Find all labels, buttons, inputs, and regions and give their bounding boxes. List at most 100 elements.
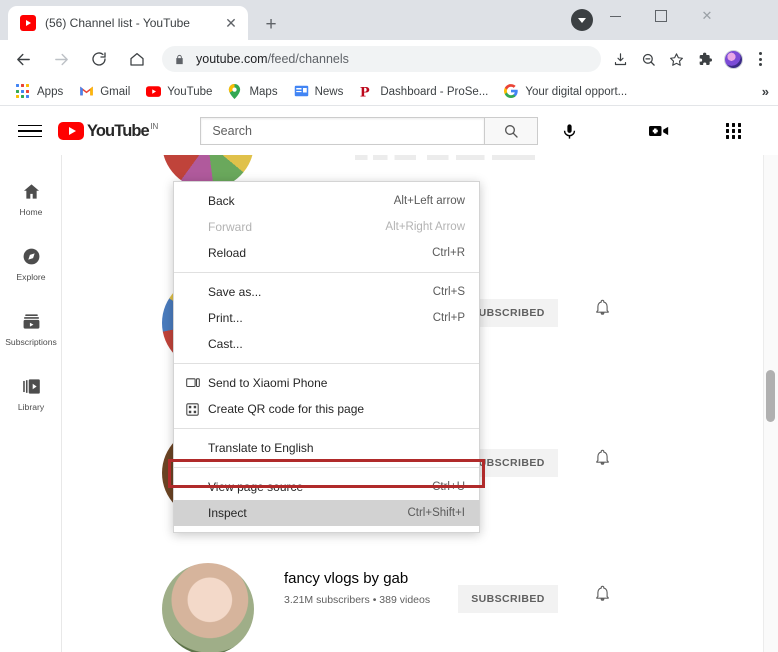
youtube-logo[interactable]: YouTube IN: [58, 122, 158, 140]
youtube-apps-icon[interactable]: [714, 112, 752, 150]
home-button[interactable]: [122, 44, 152, 74]
install-icon[interactable]: [607, 46, 634, 73]
menu-item-translate[interactable]: Translate to English: [174, 435, 479, 461]
bookmark-label: Maps: [249, 85, 278, 98]
sidebar-item-library[interactable]: Library: [0, 360, 62, 425]
search-input[interactable]: Search: [200, 117, 485, 145]
search-form: Search: [200, 117, 539, 145]
maximize-button[interactable]: [638, 0, 684, 32]
bookmark-digital-opportunity[interactable]: Your digital opport...: [497, 81, 634, 103]
channel-info: fancy vlogs by gab 3.21M subscribers • 3…: [284, 563, 436, 616]
menu-item-shortcut: Ctrl+P: [432, 312, 465, 324]
close-icon[interactable]: ✕: [222, 14, 240, 32]
youtube-favicon-icon: [20, 15, 36, 31]
menu-item-save-as[interactable]: Save as... Ctrl+S: [174, 279, 479, 305]
search-button[interactable]: [484, 117, 539, 145]
channel-list-item[interactable]: fancy vlogs by gab 3.21M subscribers • 3…: [62, 563, 766, 652]
guide-menu-icon[interactable]: [18, 124, 42, 138]
notification-bell-icon[interactable]: [594, 449, 611, 471]
browser-window: (56) Channel list - YouTube ✕ + youtube.…: [0, 0, 778, 652]
menu-item-shortcut: Alt+Left arrow: [393, 195, 465, 207]
sidebar-item-label: Home: [19, 207, 43, 217]
menu-item-label: Create QR code for this page: [208, 402, 365, 416]
reload-button[interactable]: [84, 44, 114, 74]
menu-item-label: Inspect: [208, 506, 247, 520]
bookmarks-bar: Apps Gmail YouTube Maps News P Dashboard…: [0, 78, 778, 106]
address-bar[interactable]: youtube.com/feed/channels: [162, 46, 601, 72]
minimize-button[interactable]: [592, 0, 638, 32]
bookmark-label: YouTube: [167, 85, 213, 98]
scrollbar-thumb[interactable]: [766, 370, 775, 422]
sidebar-item-label: Library: [17, 402, 45, 412]
browser-tab[interactable]: (56) Channel list - YouTube ✕: [8, 6, 248, 40]
bookmark-dashboard[interactable]: P Dashboard - ProSe...: [352, 81, 495, 103]
sidebar-item-home[interactable]: Home: [0, 165, 62, 230]
menu-item-label: Translate to English: [208, 441, 314, 455]
back-button[interactable]: [8, 44, 38, 74]
menu-item-cast[interactable]: Cast...: [174, 331, 479, 357]
zoom-out-icon[interactable]: [635, 46, 662, 73]
qr-code-icon: [186, 402, 208, 416]
menu-item-shortcut: Ctrl+S: [432, 286, 465, 298]
menu-item-send-to-device[interactable]: Send to Xiaomi Phone: [174, 370, 479, 396]
bookmark-maps[interactable]: Maps: [221, 81, 284, 103]
youtube-masthead: YouTube IN Search 9+: [0, 107, 778, 155]
bookmark-label: Apps: [37, 85, 64, 98]
menu-item-label: Cast...: [208, 337, 243, 351]
youtube-play-icon: [58, 122, 84, 140]
pinterest-icon: P: [359, 84, 374, 100]
bookmark-youtube[interactable]: YouTube: [139, 81, 219, 103]
menu-item-forward: Forward Alt+Right Arrow: [174, 214, 479, 240]
menu-item-inspect[interactable]: Inspect Ctrl+Shift+I: [174, 500, 479, 526]
bookmark-gmail[interactable]: Gmail: [72, 81, 137, 103]
sidebar-item-subscriptions[interactable]: Subscriptions: [0, 295, 62, 360]
subscribed-button[interactable]: SUBSCRIBED: [458, 585, 558, 613]
notification-bell-icon[interactable]: [594, 299, 611, 321]
sidebar-item-explore[interactable]: Explore: [0, 230, 62, 295]
url-text: youtube.com/feed/channels: [196, 52, 349, 66]
apps-dots: [725, 123, 741, 139]
channel-meta: 3.21M subscribers • 389 videos: [284, 594, 431, 606]
menu-separator: [174, 428, 479, 429]
menu-item-print[interactable]: Print... Ctrl+P: [174, 305, 479, 331]
youtube-icon: [146, 84, 162, 99]
notification-bell-icon[interactable]: [594, 585, 611, 607]
extensions-icon[interactable]: [691, 46, 718, 73]
menu-item-create-qr-code[interactable]: Create QR code for this page: [174, 396, 479, 422]
profile-avatar[interactable]: [724, 49, 743, 69]
bookmark-label: News: [314, 85, 344, 98]
compass-icon: [22, 245, 41, 267]
tab-title: (56) Channel list - YouTube: [45, 16, 190, 30]
channel-avatar[interactable]: [162, 563, 254, 652]
chevron-down-icon[interactable]: [571, 9, 593, 31]
annotation-highlight-box: [168, 459, 485, 488]
phone-icon: [186, 377, 208, 389]
menu-item-shortcut: Alt+Right Arrow: [385, 221, 465, 233]
menu-separator: [174, 363, 479, 364]
google-news-icon: [294, 84, 309, 99]
menu-item-label: Send to Xiaomi Phone: [208, 376, 328, 390]
voice-search-icon[interactable]: [550, 112, 588, 150]
chrome-menu-icon[interactable]: [748, 47, 772, 71]
window-close-button[interactable]: [684, 0, 730, 32]
bookmark-star-icon[interactable]: [663, 46, 690, 73]
create-video-icon[interactable]: [640, 112, 678, 150]
sidebar-item-label: Explore: [16, 272, 46, 282]
tab-strip: (56) Channel list - YouTube ✕ +: [0, 0, 778, 40]
menu-item-back[interactable]: Back Alt+Left arrow: [174, 188, 479, 214]
menu-item-shortcut: Ctrl+Shift+I: [407, 507, 465, 519]
bookmark-news[interactable]: News: [287, 81, 351, 103]
bookmark-label: Dashboard - ProSe...: [380, 85, 489, 98]
channel-name[interactable]: fancy vlogs by gab: [284, 569, 436, 588]
bookmark-apps[interactable]: Apps: [9, 81, 70, 103]
google-g-icon: [504, 84, 519, 99]
library-icon: [22, 375, 41, 397]
menu-item-shortcut: Ctrl+R: [432, 247, 465, 259]
apps-grid-icon: [16, 84, 31, 99]
menu-item-reload[interactable]: Reload Ctrl+R: [174, 240, 479, 266]
lock-icon: [174, 53, 187, 66]
youtube-wordmark: YouTube: [87, 122, 150, 140]
bookmarks-overflow-button[interactable]: »: [762, 84, 769, 99]
forward-button: [46, 44, 76, 74]
new-tab-button[interactable]: +: [258, 12, 284, 38]
